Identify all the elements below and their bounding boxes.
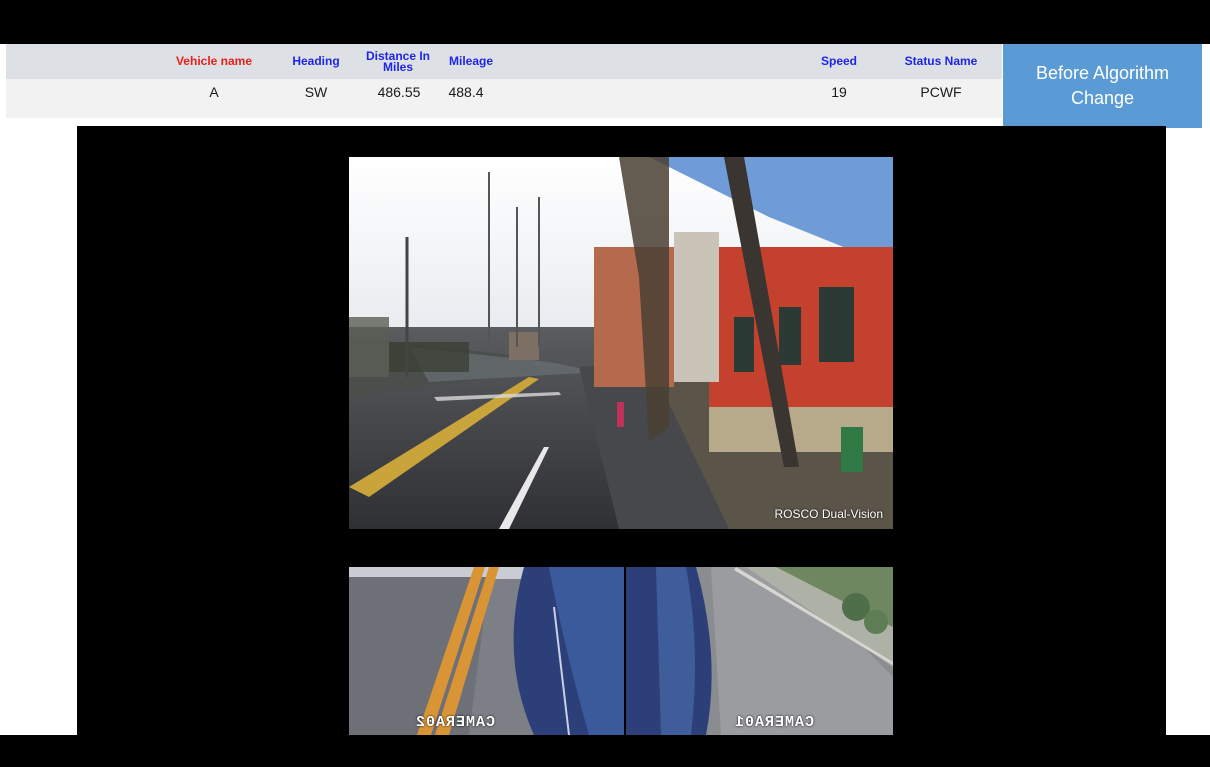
camera-overlay-label: ROSCO Dual-Vision (774, 507, 883, 521)
right-camera-view: CAMERA01 (626, 567, 893, 735)
left-camera-tag: CAMERA02 (415, 714, 496, 731)
bottom-black-bar (0, 735, 1210, 767)
cell-vehicle-name: A (209, 84, 219, 100)
main-camera-view: ROSCO Dual-Vision (349, 157, 893, 529)
button-label-line2: Change (1070, 88, 1135, 108)
header-status-name: Status Name (904, 54, 978, 68)
header-vehicle-name: Vehicle name (175, 54, 253, 68)
header-distance-line2: Miles (382, 59, 413, 74)
cell-heading: SW (304, 84, 328, 100)
top-black-bar (0, 0, 1210, 44)
table-row: A SW 486.55 488.4 19 PCWF (6, 79, 1002, 118)
cell-mileage: 488.4 (448, 84, 484, 100)
header-speed: Speed (820, 54, 857, 68)
cell-status-name: PCWF (920, 84, 962, 100)
header-mileage: Mileage (448, 54, 493, 68)
street-scene-image (349, 157, 893, 529)
table-header-row: Vehicle name Heading Distance In Miles M… (6, 44, 1002, 79)
left-camera-view: CAMERA02 (349, 567, 624, 735)
cell-speed: 19 (831, 84, 847, 100)
left-camera-image (349, 567, 624, 735)
vehicle-info-table: Vehicle name Heading Distance In Miles M… (6, 44, 1002, 118)
right-camera-image (626, 567, 893, 735)
cell-distance: 486.55 (377, 84, 421, 100)
button-label-line1: Before Algorithm (1035, 63, 1170, 83)
header-distance: Distance In Miles (360, 44, 436, 79)
right-camera-tag: CAMERA01 (734, 714, 815, 731)
before-algorithm-change-button[interactable]: Before Algorithm Change (1003, 44, 1202, 128)
header-heading: Heading (292, 54, 340, 68)
